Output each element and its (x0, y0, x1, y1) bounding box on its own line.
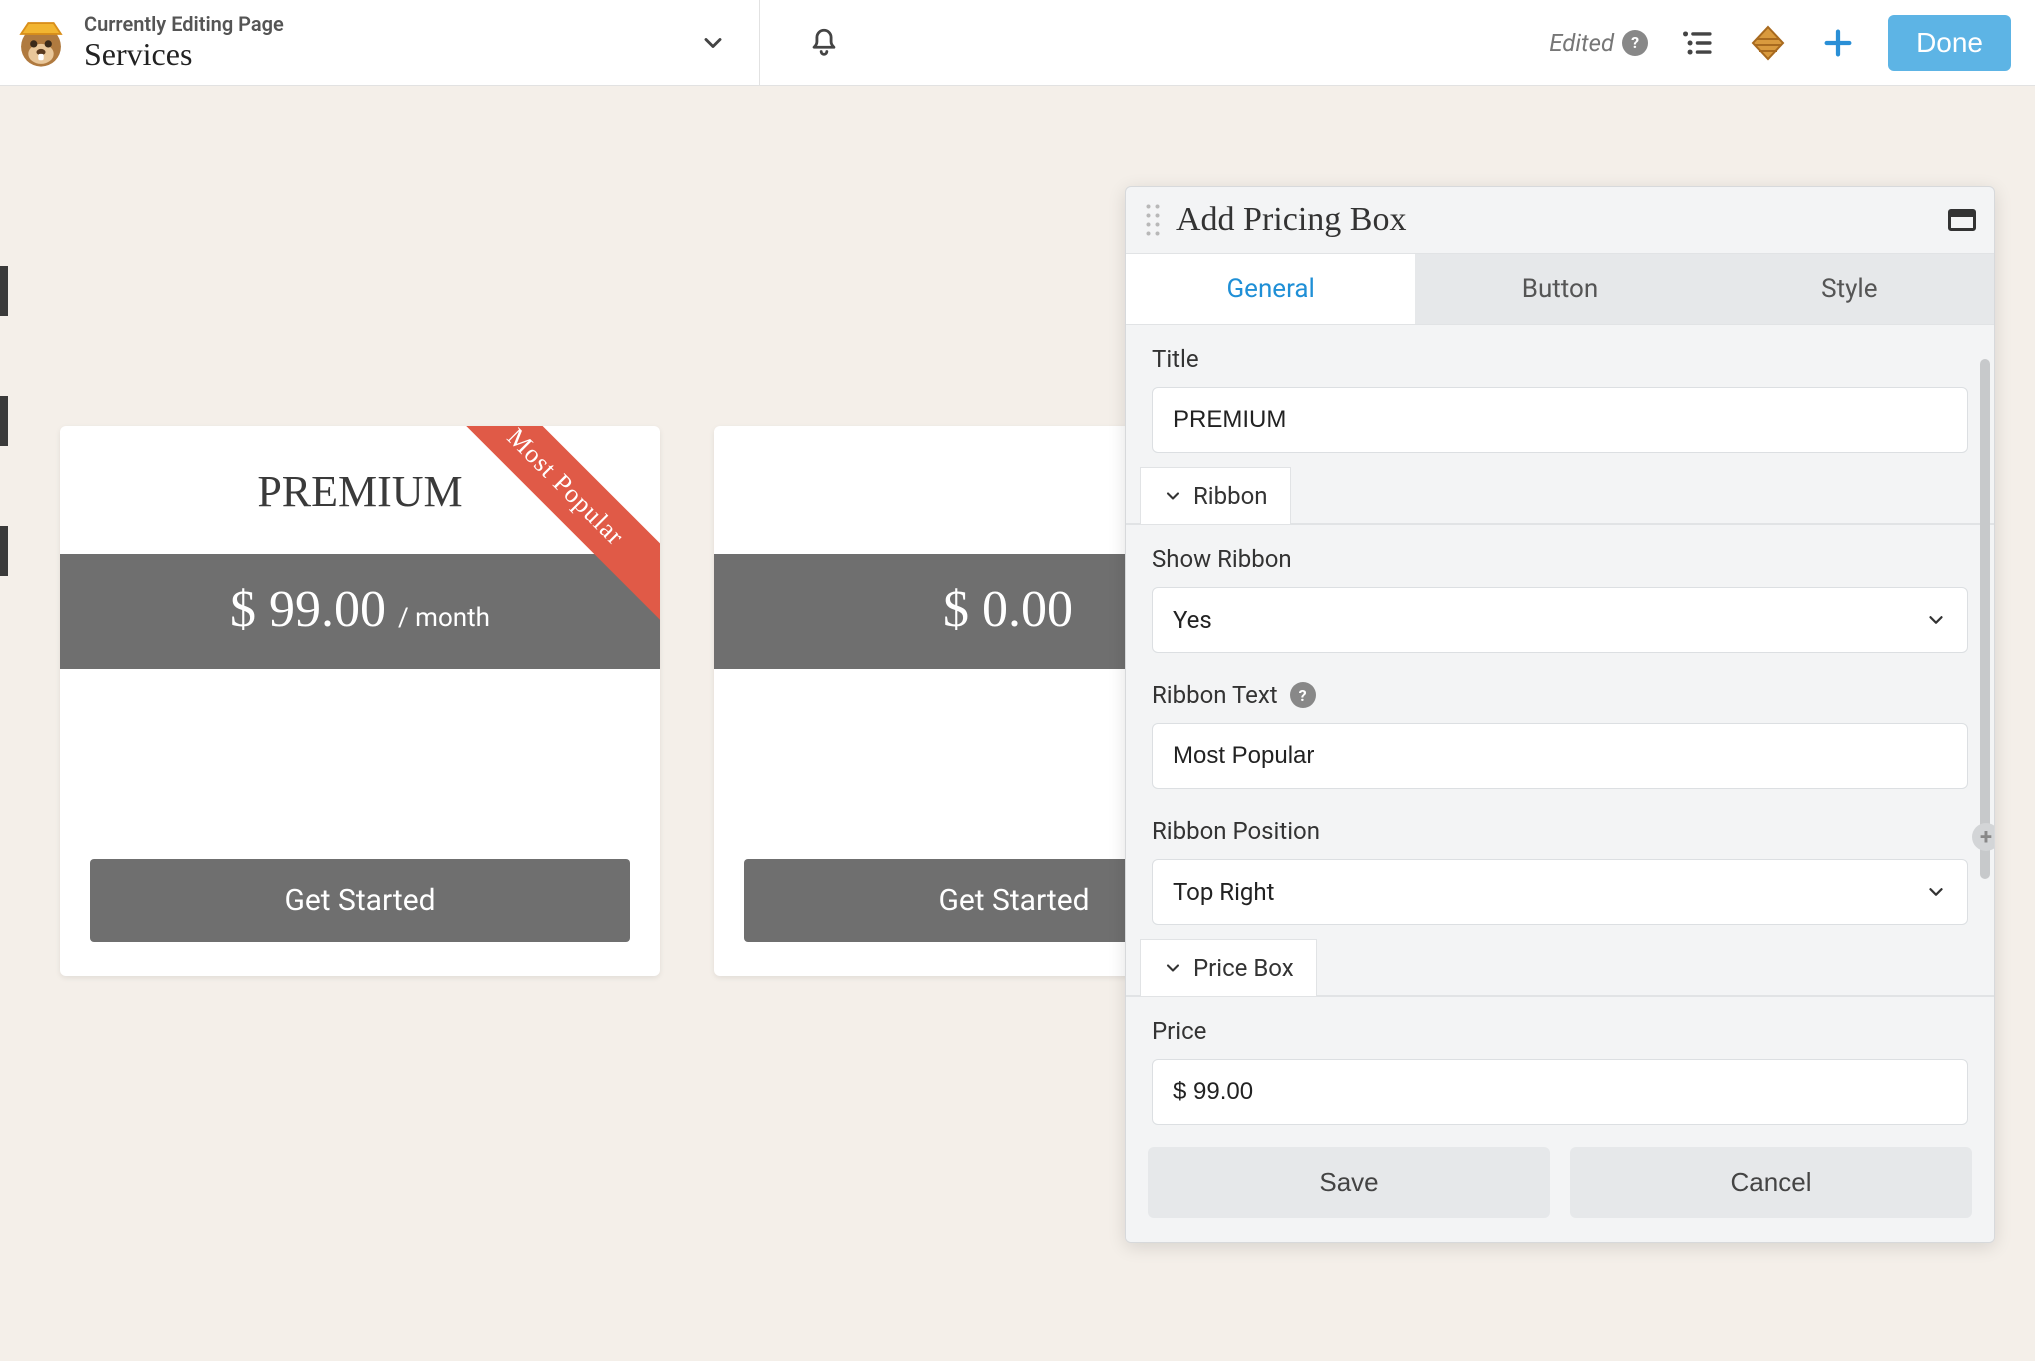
section-ribbon-label: Ribbon (1193, 482, 1268, 510)
bell-icon (807, 26, 841, 60)
ribbon-position-label: Ribbon Position (1152, 817, 1968, 845)
title-label: Title (1152, 345, 1968, 373)
chevron-down-icon (1163, 486, 1183, 506)
page-dropdown-toggle[interactable] (693, 23, 733, 63)
chevron-down-icon (1925, 609, 1947, 631)
plus-icon (1821, 26, 1855, 60)
top-bar-right: Edited ? D (760, 0, 2035, 85)
cookie-icon-button[interactable] (1748, 23, 1788, 63)
price-label: Price (1152, 1017, 1968, 1045)
pricing-card-button[interactable]: Get Started (90, 859, 630, 942)
field-price: Price (1126, 997, 1994, 1129)
edited-label: Edited (1549, 29, 1614, 57)
ribbon-position-select[interactable]: Top Right (1152, 859, 1968, 925)
price-input[interactable] (1152, 1059, 1968, 1125)
add-button[interactable] (1818, 23, 1858, 63)
pricing-card-price: $ 0.00 (943, 580, 1073, 639)
field-title: Title (1126, 325, 1994, 461)
settings-panel: Add Pricing Box General Button Style + T… (1125, 186, 1995, 1243)
cancel-button[interactable]: Cancel (1570, 1147, 1972, 1218)
drag-handle-icon[interactable] (1144, 202, 1162, 238)
scrollbar-thumb[interactable] (1980, 359, 1990, 879)
left-ruler-marks (0, 86, 8, 1361)
chevron-down-icon (1925, 881, 1947, 903)
edited-status: Edited ? (1549, 29, 1648, 57)
outline-button[interactable] (1678, 23, 1718, 63)
tab-button[interactable]: Button (1415, 254, 1704, 324)
cookie-icon (1750, 25, 1786, 61)
section-pricebox-label: Price Box (1193, 954, 1294, 982)
help-icon[interactable]: ? (1622, 30, 1648, 56)
editor-canvas: PREMIUM $ 99.00 / month Get Started Most… (0, 86, 2035, 1361)
field-ribbon-text: Ribbon Text ? (1126, 661, 1994, 797)
pricing-card-body (60, 669, 660, 859)
outline-icon (1681, 29, 1715, 57)
show-ribbon-value: Yes (1173, 606, 1212, 634)
expand-window-icon[interactable] (1948, 209, 1976, 231)
notifications-button[interactable] (800, 19, 848, 67)
field-ribbon-position: Ribbon Position Top Right (1126, 797, 1994, 933)
panel-footer: Save Cancel (1126, 1129, 1994, 1242)
page-info: Currently Editing Page Services (84, 12, 284, 73)
title-input[interactable] (1152, 387, 1968, 453)
tab-general[interactable]: General (1126, 254, 1415, 324)
done-button[interactable]: Done (1888, 15, 2011, 71)
top-bar: Currently Editing Page Services Edited ? (0, 0, 2035, 86)
beaver-logo[interactable] (10, 12, 72, 74)
help-icon[interactable]: ? (1290, 682, 1316, 708)
tab-style[interactable]: Style (1705, 254, 1994, 324)
ribbon-position-value: Top Right (1173, 878, 1274, 906)
panel-title: Add Pricing Box (1176, 201, 1406, 239)
chevron-down-icon (1163, 958, 1183, 978)
add-circle-icon[interactable]: + (1972, 823, 1994, 851)
ribbon-text-input[interactable] (1152, 723, 1968, 789)
save-button[interactable]: Save (1148, 1147, 1550, 1218)
top-bar-left: Currently Editing Page Services (0, 0, 760, 85)
show-ribbon-select[interactable]: Yes (1152, 587, 1968, 653)
chevron-down-icon (699, 29, 727, 57)
ribbon-text-label: Ribbon Text ? (1152, 681, 1968, 709)
show-ribbon-label: Show Ribbon (1152, 545, 1968, 573)
pricing-card-price-strip: $ 99.00 / month (60, 554, 660, 669)
panel-tabs: General Button Style (1126, 253, 1994, 325)
pricing-card-price-suffix: / month (398, 603, 490, 633)
section-ribbon-toggle[interactable]: Ribbon (1140, 467, 1291, 524)
panel-header[interactable]: Add Pricing Box (1126, 187, 1994, 253)
field-show-ribbon: Show Ribbon Yes (1126, 525, 1994, 661)
section-pricebox-toggle[interactable]: Price Box (1140, 939, 1317, 996)
page-title: Services (84, 36, 284, 73)
panel-body: + Title Ribbon Show Ribbon Yes (1126, 325, 1994, 1242)
pricing-card-price: $ 99.00 (230, 580, 386, 639)
editing-label: Currently Editing Page (84, 12, 284, 36)
pricing-card-premium[interactable]: PREMIUM $ 99.00 / month Get Started Most… (60, 426, 660, 976)
